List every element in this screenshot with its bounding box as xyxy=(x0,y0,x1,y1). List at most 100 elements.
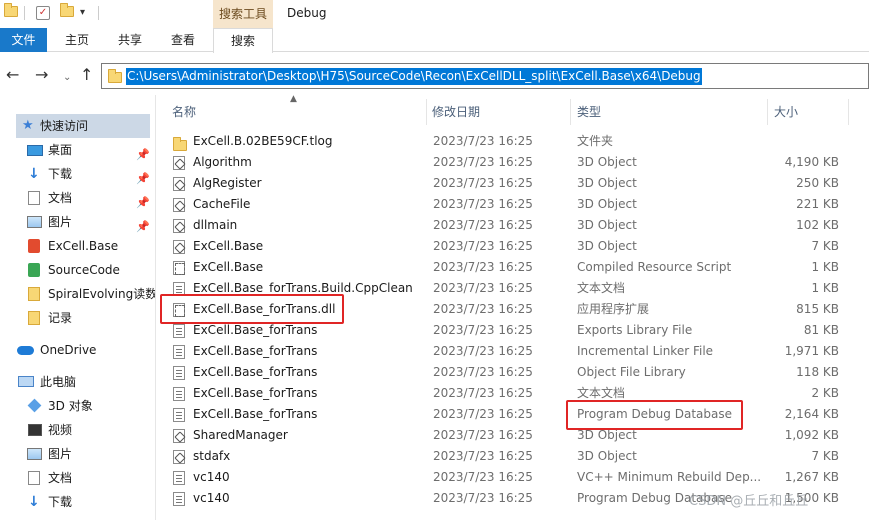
address-bar: ← → ⌄ ↑ C:\Users\Administrator\Desktop\H… xyxy=(0,60,869,92)
watermark: CSDN @丘丘和丘丘 xyxy=(689,494,809,509)
3d-object-file-icon xyxy=(173,429,185,443)
download-arrow-icon: ↓ xyxy=(28,166,40,182)
app-icon xyxy=(28,239,40,253)
forward-arrow-icon[interactable]: → xyxy=(35,66,48,84)
desktop-icon xyxy=(27,145,43,156)
back-arrow-icon[interactable]: ← xyxy=(6,66,19,84)
recent-locations-chevron-icon[interactable]: ⌄ xyxy=(63,69,71,87)
exports-library-file-icon xyxy=(173,324,185,338)
star-icon: ★ xyxy=(22,118,34,133)
nav-3d-objects[interactable]: 3D 对象 xyxy=(0,394,156,418)
nav-pictures-pc[interactable]: 图片 xyxy=(0,442,156,466)
tab-search[interactable]: 搜索 xyxy=(213,28,273,53)
nav-onedrive[interactable]: OneDrive xyxy=(0,338,156,362)
file-row[interactable]: ExCell.Base_forTrans 2023/7/23 16:25 Pro… xyxy=(156,404,869,425)
3d-object-file-icon xyxy=(173,240,185,254)
nav-desktop[interactable]: 桌面 📌 xyxy=(0,138,156,162)
3d-object-file-icon xyxy=(173,177,185,191)
column-size[interactable]: 大小 xyxy=(774,97,798,127)
tab-share[interactable]: 共享 xyxy=(104,28,156,52)
new-folder-icon[interactable] xyxy=(60,3,74,20)
debug-database-file-icon xyxy=(173,492,185,506)
document-icon xyxy=(28,471,40,485)
address-input[interactable]: C:\Users\Administrator\Desktop\H75\Sourc… xyxy=(101,63,869,89)
nav-videos[interactable]: 视频 xyxy=(0,418,156,442)
up-arrow-icon[interactable]: ↑ xyxy=(80,66,93,84)
file-row[interactable]: AlgRegister 2023/7/23 16:25 3D Object 25… xyxy=(156,173,869,194)
nav-quick-access[interactable]: ★ 快速访问 xyxy=(16,114,150,138)
app-icon xyxy=(28,263,40,277)
folder-icon[interactable] xyxy=(4,3,18,20)
customize-toolbar-icon[interactable]: ▾ xyxy=(80,6,94,20)
3d-object-file-icon xyxy=(173,198,185,212)
3d-object-file-icon xyxy=(173,219,185,233)
column-divider[interactable] xyxy=(570,99,571,125)
nav-pictures[interactable]: 图片 📌 xyxy=(0,210,156,234)
video-icon xyxy=(28,424,42,436)
file-row[interactable]: ExCell.B.02BE59CF.tlog 2023/7/23 16:25 文… xyxy=(156,131,869,152)
3d-object-file-icon xyxy=(173,156,185,170)
properties-icon[interactable]: ✓ xyxy=(36,6,50,20)
computer-icon xyxy=(18,376,34,387)
column-type[interactable]: 类型 xyxy=(577,97,601,127)
file-row[interactable]: ExCell.Base 2023/7/23 16:25 Compiled Res… xyxy=(156,257,869,278)
text-file-icon xyxy=(173,387,185,401)
debug-database-file-icon xyxy=(173,408,185,422)
search-tools-context-tab[interactable]: 搜索工具 xyxy=(213,0,273,28)
file-row[interactable]: CacheFile 2023/7/23 16:25 3D Object 221 … xyxy=(156,194,869,215)
column-divider[interactable] xyxy=(767,99,768,125)
folder-icon xyxy=(108,69,122,83)
nav-excell-base[interactable]: ExCell.Base xyxy=(0,234,156,258)
quick-access-toolbar: ✓ ▾ 搜索工具 Debug xyxy=(0,0,869,28)
library-file-icon xyxy=(173,366,185,380)
nav-downloads[interactable]: ↓ 下载 📌 xyxy=(0,162,156,186)
sort-ascending-icon: ▲ xyxy=(290,94,297,104)
picture-icon xyxy=(27,448,42,460)
file-row[interactable]: dllmain 2023/7/23 16:25 3D Object 102 KB xyxy=(156,215,869,236)
file-row[interactable]: ExCell.Base 2023/7/23 16:25 3D Object 7 … xyxy=(156,236,869,257)
column-name[interactable]: 名称 xyxy=(172,97,196,127)
window-title: Debug xyxy=(287,6,327,20)
tab-view[interactable]: 查看 xyxy=(156,28,210,52)
document-icon xyxy=(28,191,40,205)
tab-home[interactable]: 主页 xyxy=(50,28,104,52)
address-path-text[interactable]: C:\Users\Administrator\Desktop\H75\Sourc… xyxy=(126,68,702,85)
nav-documents-pc[interactable]: 文档 xyxy=(0,466,156,490)
nav-this-pc[interactable]: 此电脑 xyxy=(0,370,156,394)
download-arrow-icon: ↓ xyxy=(28,494,40,510)
file-row[interactable]: ExCell.Base_forTrans 2023/7/23 16:25 Obj… xyxy=(156,362,869,383)
folder-icon xyxy=(28,311,40,325)
file-list: ExCell.B.02BE59CF.tlog 2023/7/23 16:25 文… xyxy=(156,131,869,520)
cube-icon xyxy=(27,398,42,413)
highlight-box-pdb xyxy=(566,400,743,430)
column-header: ▲ 名称 修改日期 类型 大小 xyxy=(156,94,869,127)
resource-script-file-icon xyxy=(173,261,185,275)
nav-records[interactable]: 记录 xyxy=(0,306,156,330)
folder-icon xyxy=(28,287,40,301)
file-row[interactable]: vc140 2023/7/23 16:25 VC++ Minimum Rebui… xyxy=(156,467,869,488)
column-divider[interactable] xyxy=(848,99,849,125)
highlight-box-dll xyxy=(160,294,344,324)
file-row[interactable]: ExCell.Base_forTrans 2023/7/23 16:25 文本文… xyxy=(156,383,869,404)
file-row[interactable]: ExCell.Base_forTrans 2023/7/23 16:25 Inc… xyxy=(156,341,869,362)
file-row[interactable]: SharedManager 2023/7/23 16:25 3D Object … xyxy=(156,425,869,446)
nav-spiralevolving[interactable]: SpiralEvolving读数 xyxy=(0,282,156,306)
3d-object-file-icon xyxy=(173,450,185,464)
nav-downloads-pc[interactable]: ↓ 下载 xyxy=(0,490,156,514)
cloud-icon xyxy=(17,346,34,355)
ribbon-tabs: 文件 主页 共享 查看 搜索 xyxy=(0,28,869,53)
column-divider[interactable] xyxy=(426,99,427,125)
file-row[interactable]: stdafx 2023/7/23 16:25 3D Object 7 KB xyxy=(156,446,869,467)
column-date[interactable]: 修改日期 xyxy=(432,97,480,127)
navigation-pane: ★ 快速访问 桌面 📌 ↓ 下载 📌 文档 📌 图片 📌 ExCell.Base… xyxy=(0,97,156,520)
folder-icon xyxy=(173,137,187,151)
nav-sourcecode[interactable]: SourceCode xyxy=(0,258,156,282)
linker-file-icon xyxy=(173,345,185,359)
picture-icon xyxy=(27,216,42,228)
file-row[interactable]: Algorithm 2023/7/23 16:25 3D Object 4,19… xyxy=(156,152,869,173)
toolbar-divider xyxy=(24,6,25,20)
toolbar-divider xyxy=(98,6,99,20)
rebuild-dependency-file-icon xyxy=(173,471,185,485)
tab-file[interactable]: 文件 xyxy=(0,28,47,52)
nav-documents[interactable]: 文档 📌 xyxy=(0,186,156,210)
